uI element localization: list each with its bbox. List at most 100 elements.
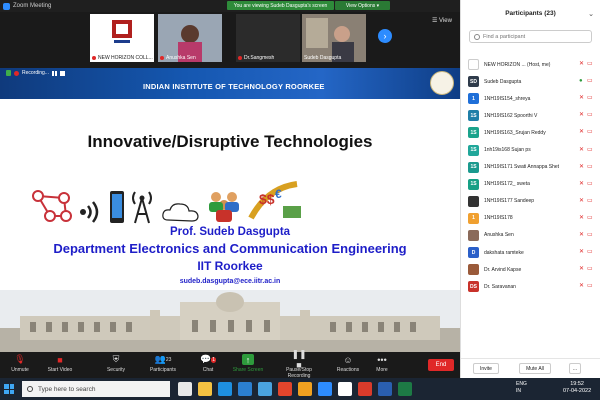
more-options-button[interactable]: ...: [569, 363, 581, 374]
mute-all-button[interactable]: Mute All: [519, 363, 551, 374]
video-off-icon: ▭: [587, 78, 593, 85]
whatsapp-icon[interactable]: [338, 382, 352, 396]
video-off-icon: ▭: [587, 146, 593, 153]
security-button[interactable]: ⛨ Security: [94, 354, 138, 373]
avatar: [468, 59, 479, 71]
iit-roorkee-seal-icon: [430, 71, 454, 95]
participant-search-input[interactable]: [483, 33, 583, 40]
muted-mic-icon: [238, 56, 242, 60]
money-currency-icon: $$ €: [248, 181, 301, 220]
muted-mic-icon: ✕: [579, 112, 585, 119]
start-video-button[interactable]: ■ Start Video: [38, 354, 82, 374]
video-off-icon: ▭: [587, 249, 593, 256]
view-button[interactable]: ☰ View: [432, 17, 452, 24]
muted-mic-icon: ✕: [579, 197, 585, 204]
windows-start-icon[interactable]: [4, 384, 14, 394]
participant-row[interactable]: 1S 1NH19IS171 Swati Annappa Shet ✕ ▭: [461, 159, 600, 176]
zoom-logo-icon: [3, 2, 10, 10]
office-icon[interactable]: [278, 382, 292, 396]
muted-mic-icon: ✕: [579, 146, 585, 153]
more-button[interactable]: ••• More: [360, 354, 404, 374]
participant-name: NEW HORIZON ... (Host, me): [484, 61, 551, 68]
video-tile[interactable]: Sudeb Dasgupta: [302, 14, 366, 62]
taskbar-clock[interactable]: 19:52 07-04-2022: [563, 381, 591, 395]
video-off-icon: ▭: [587, 180, 593, 187]
file-explorer-icon[interactable]: [198, 382, 212, 396]
avatar: 1S: [468, 144, 479, 156]
participant-name: Dr. Arvind Kapse: [484, 266, 522, 273]
search-icon: [27, 386, 33, 392]
zoom-app-icon[interactable]: [318, 382, 332, 396]
store-icon[interactable]: [258, 382, 272, 396]
muted-mic-icon: ✕: [579, 163, 585, 170]
participant-row[interactable]: 1NH19IS177 Sandeep ✕ ▭: [461, 193, 600, 210]
video-gallery-strip: NEW HORIZON COLL... Anushka Sen Dr.Sangm…: [0, 12, 460, 66]
excel-icon[interactable]: [398, 382, 412, 396]
minimize-panel-icon[interactable]: ⌄: [588, 10, 594, 18]
participant-name: 1NH19IS177 Sandeep: [484, 198, 535, 205]
video-off-icon: ▭: [587, 266, 593, 273]
shield-icon: [6, 70, 11, 76]
muted-mic-icon: ✕: [579, 129, 585, 136]
participant-row[interactable]: 1S 1NH19IS172_ sweta ✕ ▭: [461, 176, 600, 193]
video-off-icon: ▭: [587, 197, 593, 204]
task-view-icon[interactable]: [178, 382, 192, 396]
participant-row[interactable]: 1S 1nh19is168 Sujan ps ✕ ▭: [461, 141, 600, 158]
participant-row[interactable]: SD Sudeb Dasgupta ● ▭: [461, 73, 600, 90]
pause-stop-recording-button[interactable]: ❚❚ ■ Pause/Stop Recording: [276, 349, 322, 379]
video-tile[interactable]: Anushka Sen: [158, 14, 222, 62]
video-off-icon: ▭: [587, 214, 593, 221]
participant-name: Sudeb Dasgupta: [484, 78, 522, 85]
svg-text:$$: $$: [259, 191, 275, 207]
chat-badge: 1: [211, 356, 216, 363]
edge-browser-icon[interactable]: [218, 382, 232, 396]
participant-search-box[interactable]: [469, 30, 592, 43]
taskbar-search-box[interactable]: Type here to search: [22, 381, 170, 397]
pause-recording-icon[interactable]: [51, 70, 57, 76]
participant-row[interactable]: Dr. Arvind Kapse ✕ ▭: [461, 261, 600, 278]
video-tile[interactable]: NEW HORIZON COLL...: [90, 14, 154, 62]
share-screen-button[interactable]: ↑ Share Screen: [226, 354, 270, 373]
participant-row[interactable]: NEW HORIZON ... (Host, me) ✕ ▭: [461, 56, 600, 73]
participant-row[interactable]: Anushka Sen ✕ ▭: [461, 227, 600, 244]
stop-recording-icon[interactable]: [59, 70, 65, 76]
video-off-icon: ■: [57, 354, 63, 365]
video-off-icon: ▭: [587, 95, 593, 102]
reactions-icon: ☺: [343, 354, 353, 365]
participant-row[interactable]: Ddakshata ramteke ✕ ▭: [461, 244, 600, 261]
invite-button[interactable]: Invite: [473, 363, 499, 374]
tile-name: NEW HORIZON COLL...: [98, 55, 153, 61]
word-icon[interactable]: [378, 382, 392, 396]
pause-stop-icon: ❚❚ ■: [291, 349, 307, 370]
participant-row[interactable]: 1 1NH19IS178 ✕ ▭: [461, 210, 600, 227]
shared-screen-slide: Recording... INDIAN INSTITUTE OF TECHNOL…: [0, 68, 460, 352]
avatar: D: [468, 247, 479, 259]
chat-button[interactable]: 💬 1 Chat: [186, 354, 230, 373]
muted-mic-icon: ✕: [579, 61, 585, 68]
video-off-icon: ▭: [587, 163, 593, 170]
meeting-toolbar: 🎙 Unmute ■ Start Video ⛨ Security 👥 23 Pa…: [0, 349, 460, 379]
video-tile[interactable]: Dr.Sangmesh: [236, 14, 300, 62]
svg-text:€: €: [275, 187, 282, 201]
unmute-button[interactable]: 🎙 Unmute: [0, 354, 42, 373]
mail-icon[interactable]: [238, 382, 252, 396]
muted-mic-icon: ✕: [579, 283, 585, 290]
taskbar-search-placeholder: Type here to search: [38, 385, 96, 393]
powerpoint-icon[interactable]: [358, 382, 372, 396]
end-meeting-button[interactable]: End: [428, 359, 454, 371]
video-off-icon: ▭: [587, 231, 593, 238]
view-options-button[interactable]: View Options ▾: [335, 1, 390, 10]
participant-name: Anushka Sen: [484, 232, 514, 239]
windows-taskbar: Type here to search ENG IN 19:52 07-04-2…: [0, 378, 600, 400]
language-indicator[interactable]: ENG IN: [516, 381, 527, 395]
chrome-icon[interactable]: [298, 382, 312, 396]
muted-mic-icon: [160, 56, 164, 60]
participant-row[interactable]: 1 1NH19IS154_shreya ✕ ▭: [461, 90, 600, 107]
participant-row[interactable]: 1S 1NH19IS162 Spoorthi V ✕ ▭: [461, 107, 600, 124]
participant-row[interactable]: 1S 1NH19IS163_Srujan Reddy ✕ ▭: [461, 124, 600, 141]
participants-button[interactable]: 👥 23 Participants: [141, 354, 185, 373]
participant-row[interactable]: DS Dr. Saravanan ✕ ▭: [461, 278, 600, 295]
slide-header-banner: Recording... INDIAN INSTITUTE OF TECHNOL…: [0, 68, 460, 99]
next-page-arrow-icon[interactable]: ›: [378, 29, 392, 43]
avatar: 1S: [468, 127, 479, 139]
